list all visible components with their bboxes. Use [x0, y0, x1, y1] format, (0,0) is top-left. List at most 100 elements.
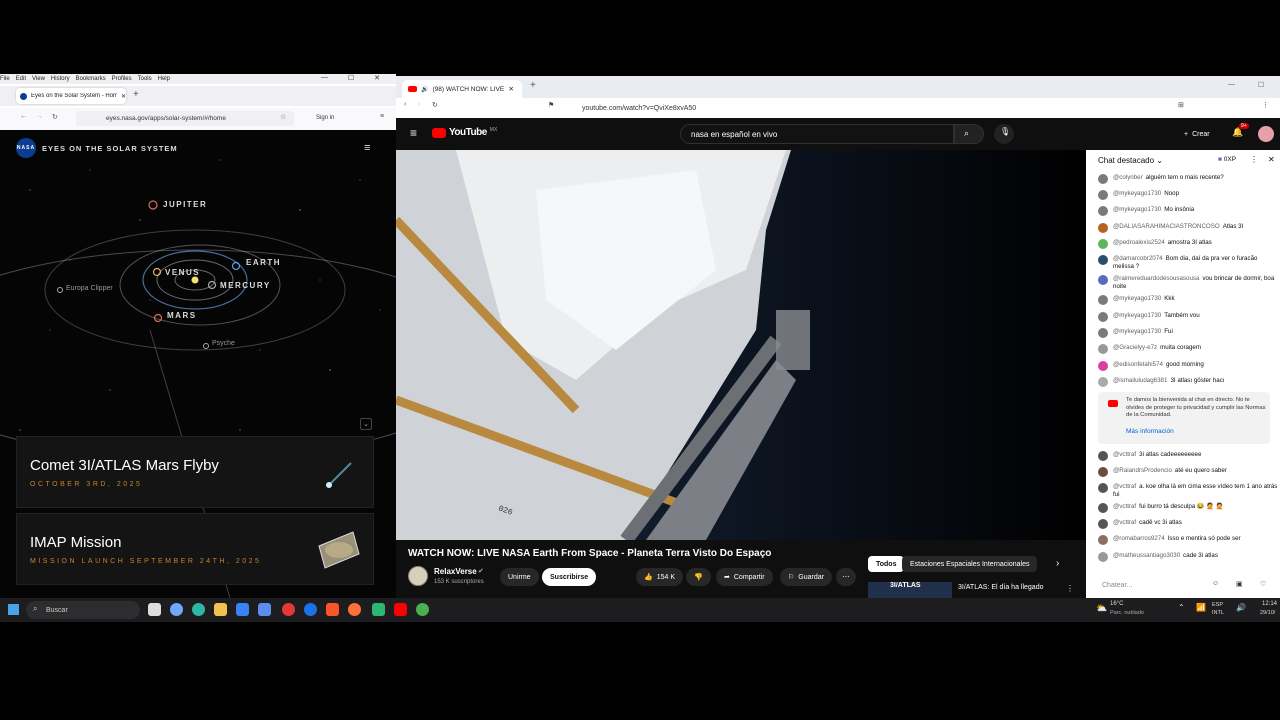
- hamburger-icon[interactable]: ≡: [364, 142, 370, 154]
- chat-message[interactable]: @vcttraf 3i atlas cadeeeeeeeee: [1098, 451, 1278, 461]
- chat-input[interactable]: Chatear...: [1102, 582, 1132, 589]
- menu-profiles[interactable]: Profiles: [112, 76, 132, 82]
- menu-edit[interactable]: Edit: [16, 76, 26, 82]
- search-input[interactable]: nasa en español en vivo: [680, 124, 954, 144]
- chat-author[interactable]: @colynber: [1113, 174, 1143, 181]
- app-icon[interactable]: [258, 603, 271, 616]
- youtube-app-icon[interactable]: [394, 603, 407, 616]
- tab-close-icon[interactable]: ✕: [508, 85, 513, 93]
- back-icon[interactable]: ←: [20, 113, 27, 120]
- clock-time[interactable]: 12:14: [1262, 601, 1277, 607]
- chat-author[interactable]: @mykeyago1730: [1113, 190, 1161, 197]
- search-button[interactable]: ⌕: [954, 124, 984, 144]
- chat-avatar[interactable]: [1098, 377, 1108, 387]
- chat-avatar[interactable]: [1098, 552, 1108, 562]
- chat-avatar[interactable]: [1098, 467, 1108, 477]
- save-button[interactable]: ⚐ Guardar: [780, 568, 832, 586]
- chat-message[interactable]: @edisonfetahi574 good morning: [1098, 361, 1278, 371]
- language-code[interactable]: ESP: [1212, 602, 1223, 608]
- chevron-right-icon[interactable]: ›: [1056, 558, 1059, 569]
- chat-author[interactable]: @ismailuludag6381: [1113, 377, 1167, 384]
- collapse-chevron-icon[interactable]: ⌄: [360, 418, 372, 430]
- video-player[interactable]: 026: [396, 150, 1086, 540]
- super-chat-icon[interactable]: ▣: [1236, 580, 1243, 588]
- task-view-icon[interactable]: [148, 603, 161, 616]
- label-mercury[interactable]: MERCURY: [220, 281, 271, 290]
- chat-author[interactable]: @Gracielyy-e7z: [1113, 344, 1157, 351]
- new-tab-icon[interactable]: +: [133, 89, 139, 100]
- chat-message[interactable]: @romabarros9274 Isso e mentira só pode se…: [1098, 535, 1278, 545]
- label-jupiter[interactable]: JUPITER: [163, 200, 207, 209]
- chat-close-icon[interactable]: ✕: [1268, 155, 1275, 164]
- dell-icon[interactable]: [304, 603, 317, 616]
- chat-author[interactable]: @mykeyago1730: [1113, 206, 1161, 213]
- chat-author[interactable]: @mykeyago1730: [1113, 312, 1161, 319]
- reload-icon[interactable]: ↻: [52, 113, 58, 121]
- like-button[interactable]: 👍 154 K: [636, 568, 684, 586]
- chat-author[interactable]: @DALIASARAHIMACIASTRONCOSO: [1113, 223, 1220, 230]
- chat-author[interactable]: @vcttraf: [1113, 483, 1136, 490]
- chat-message[interactable]: @vcttraf cadê vc 3i atlas: [1098, 519, 1278, 529]
- speaker-icon[interactable]: 🔊: [1236, 603, 1246, 612]
- clock-date[interactable]: 29/10/: [1260, 610, 1275, 616]
- avatar[interactable]: [1258, 126, 1274, 142]
- rec-more-icon[interactable]: ⋮: [1066, 584, 1074, 593]
- url-bar[interactable]: youtube.com/watch?v=QviXe8xvA50: [556, 100, 1056, 116]
- chat-avatar[interactable]: [1098, 451, 1108, 461]
- file-explorer-icon[interactable]: [214, 603, 227, 616]
- tray-chevron-icon[interactable]: ⌃: [1178, 603, 1185, 612]
- chat-message[interactable]: @vcttraf fui burro tá desculpa 😂 🤦 🤦: [1098, 503, 1278, 513]
- recommended-title[interactable]: 3I/ATLAS: El día ha llegado: [958, 584, 1043, 591]
- start-icon[interactable]: [8, 604, 19, 615]
- chat-avatar[interactable]: [1098, 295, 1108, 305]
- taskbar-search[interactable]: ⌕ Buscar: [26, 601, 140, 619]
- menu-icon[interactable]: ≡: [410, 126, 417, 140]
- calculator-icon[interactable]: [372, 603, 385, 616]
- chat-message[interactable]: @DALIASARAHIMACIASTRONCOSO Atlas 3I: [1098, 223, 1278, 233]
- menu-hamburger-icon[interactable]: ≡: [380, 113, 384, 120]
- chat-author[interactable]: @vcttraf: [1113, 519, 1136, 526]
- chat-avatar[interactable]: [1098, 519, 1108, 529]
- chat-author[interactable]: @edisonfetahi574: [1113, 361, 1163, 368]
- label-europa-clipper[interactable]: Europa Clipper: [66, 285, 113, 292]
- reload-icon[interactable]: ↻: [432, 101, 438, 109]
- bookmark-icon[interactable]: ⚑: [548, 101, 554, 109]
- tab-youtube[interactable]: 🔊 (98) WATCH NOW: LIVE NASA ✕: [402, 80, 522, 98]
- menu-help[interactable]: Help: [158, 76, 170, 82]
- brave-icon[interactable]: [326, 603, 339, 616]
- chat-avatar[interactable]: [1098, 361, 1108, 371]
- youtube-logo[interactable]: YouTube MX: [432, 127, 497, 138]
- share-button[interactable]: ➦ Compartir: [716, 568, 773, 586]
- chat-message[interactable]: @ismailuludag6381 3I atlası göster hacı: [1098, 377, 1278, 387]
- chat-avatar[interactable]: [1098, 223, 1108, 233]
- chat-author[interactable]: @mykeyago1730: [1113, 328, 1161, 335]
- chat-avatar[interactable]: [1098, 503, 1108, 513]
- back-icon[interactable]: ‹: [404, 101, 406, 108]
- firefox-icon[interactable]: [348, 603, 361, 616]
- chat-author[interactable]: @vcttraf: [1113, 451, 1136, 458]
- chat-author[interactable]: @matheussantiago3030: [1113, 552, 1180, 559]
- chrome-icon[interactable]: [282, 603, 295, 616]
- weather-icon[interactable]: ⛅: [1096, 603, 1107, 614]
- chat-avatar[interactable]: [1098, 312, 1108, 322]
- chat-mode-dropdown[interactable]: Chat destacado ⌄: [1098, 156, 1163, 165]
- chat-message[interactable]: @mykeyago1730 Também vou: [1098, 312, 1278, 322]
- channel-name[interactable]: RelaxVerse: [434, 567, 477, 576]
- menu-history[interactable]: History: [51, 76, 70, 82]
- chat-message[interactable]: @vcttraf a. koe olha lá em cima esse víde…: [1098, 483, 1278, 499]
- notifications-button[interactable]: 🔔 9+: [1232, 123, 1249, 138]
- chat-author[interactable]: @damarcobr2074: [1113, 255, 1163, 262]
- label-earth[interactable]: EARTH: [246, 258, 281, 267]
- star-icon[interactable]: ☆: [280, 113, 286, 121]
- channel-avatar[interactable]: [408, 566, 428, 586]
- chat-message[interactable]: @Gracielyy-e7z muita coragem: [1098, 344, 1278, 354]
- chat-message[interactable]: @RaiandrsProdencio até eu quero saber: [1098, 467, 1278, 477]
- chrome-active-icon[interactable]: [416, 603, 429, 616]
- chat-message[interactable]: @matheussantiago3030 cade 3i atlas: [1098, 552, 1278, 562]
- chat-avatar[interactable]: [1098, 535, 1108, 545]
- chat-options-icon[interactable]: ⋮: [1250, 155, 1258, 164]
- settings-icon[interactable]: ⋮: [1262, 101, 1269, 109]
- chat-message[interactable]: @raimereduardodesousasousa vou brincar de…: [1098, 275, 1278, 291]
- chat-message[interactable]: @mykeyago1730 Kkk: [1098, 295, 1278, 305]
- card-imap[interactable]: IMAP Mission MISSION LAUNCH SEPTEMBER 24…: [16, 513, 374, 585]
